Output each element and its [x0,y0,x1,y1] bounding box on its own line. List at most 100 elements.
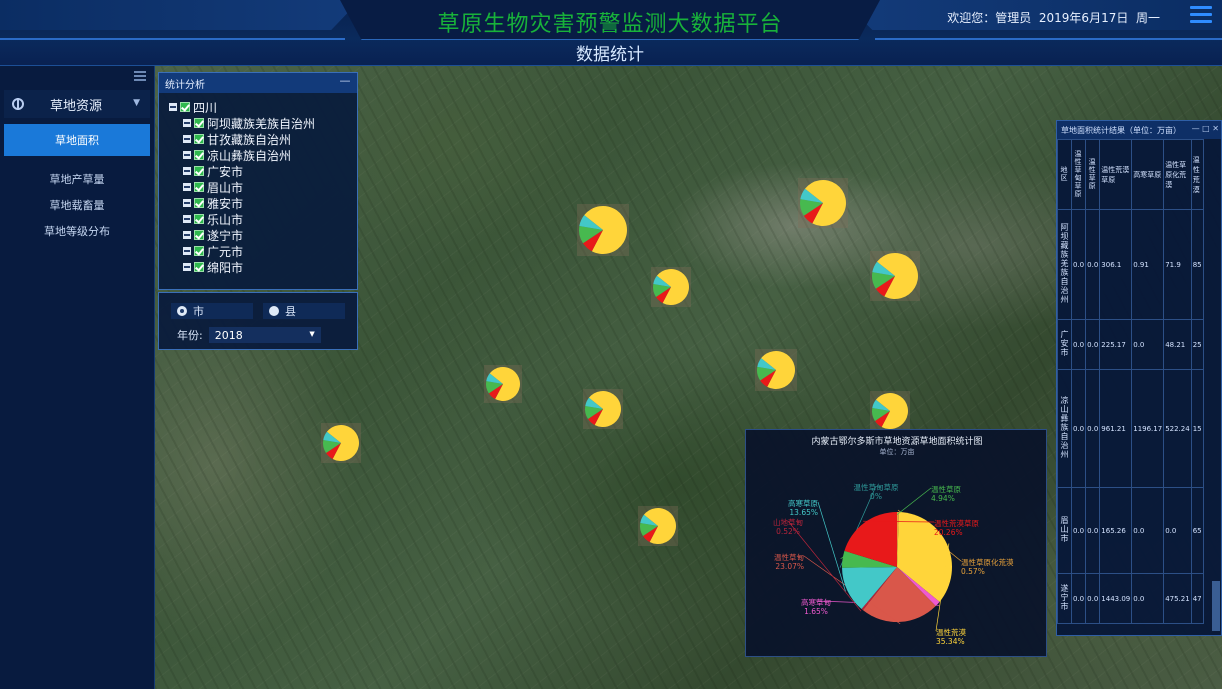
region-name: 阿坝藏族羌族自治州 [1060,223,1069,304]
header-left-band [0,0,360,30]
map-pie-marker[interactable] [484,365,522,403]
table-header-cell: 高寒草原 [1131,139,1165,210]
expand-icon[interactable] [183,263,191,271]
app-root: 草原生物灾害预警监测大数据平台 数据统计 欢迎您：管理员 2019年6月17日 … [0,0,1222,689]
table-header-cell: 温性草原化荒漠 [1163,139,1192,210]
map-pie-marker[interactable] [798,178,848,228]
table-panel-header: 草地面积统计结果（单位：万亩） — □ ✕ [1057,121,1221,139]
radio-county[interactable]: 县 [263,303,345,319]
map-pie-marker[interactable] [577,204,629,256]
tree-root-label: 四川 [193,100,218,115]
checkbox-checked-icon[interactable] [194,246,204,256]
table-cell: 25 [1190,319,1204,370]
table-cell: 475.21 [1163,573,1192,624]
tree-root[interactable]: 四川 [169,99,357,115]
sidebar-item-livestock[interactable]: 草地载畜量 [4,192,150,218]
tree-item[interactable]: 阿坝藏族羌族自治州 [183,115,357,131]
checkbox-checked-icon[interactable] [194,230,204,240]
region-cell: 阿坝藏族羌族自治州 [1057,209,1072,320]
level-radio-group: 市 县 [159,293,357,319]
tree-item[interactable]: 绵阳市 [183,259,357,275]
radio-unselected-icon [269,306,279,316]
region-cell: 遂宁市 [1057,573,1072,624]
pie-data-label: 温性草甸草原 [854,482,899,492]
collapse-icon[interactable] [169,103,177,111]
year-select[interactable]: 2018 ▼ [208,327,321,343]
expand-icon[interactable] [183,119,191,127]
tree-item[interactable]: 乐山市 [183,211,357,227]
table-cell: 71.9 [1163,209,1192,320]
map-pie-marker[interactable] [870,391,910,431]
tree-item[interactable]: 广元市 [183,243,357,259]
checkbox-checked-icon[interactable] [180,102,190,112]
page-subtitle: 数据统计 [576,45,644,65]
checkbox-checked-icon[interactable] [194,262,204,272]
table-row[interactable]: 阿坝藏族羌族自治州 0.0 0.0 306.1 0.91 71.9 85 [1057,209,1204,320]
expand-icon[interactable] [183,167,191,175]
checkbox-checked-icon[interactable] [194,166,204,176]
expand-icon[interactable] [183,135,191,143]
stats-panel-header: 统计分析 — [159,73,357,93]
table-cell: 0.0 [1085,487,1101,574]
minimize-icon[interactable]: — [339,75,351,87]
expand-icon[interactable] [183,183,191,191]
table-header-label: 温性草甸草原 [1074,149,1082,198]
table-cell: 0.0 [1085,319,1101,370]
expand-icon[interactable] [183,215,191,223]
sidebar-item-area[interactable]: 草地面积 [4,124,150,156]
table-scrollbar[interactable] [1212,581,1220,631]
table-row[interactable]: 凉山彝族自治州 0.0 0.0 961.21 1196.17 522.24 15 [1057,369,1204,488]
table-header-cell: 温性荒漠 [1190,139,1204,210]
map-pie-marker[interactable] [755,349,797,391]
tree-item-label: 甘孜藏族自治州 [207,132,292,147]
table-cell: 0.0 [1163,487,1192,574]
table-row[interactable]: 广安市 0.0 0.0 225.17 0.0 48.21 25 [1057,319,1204,370]
list-toggle-icon[interactable] [134,71,146,81]
tree-item[interactable]: 眉山市 [183,179,357,195]
expand-icon[interactable] [183,151,191,159]
checkbox-checked-icon[interactable] [194,214,204,224]
map-pie-marker[interactable] [651,267,691,307]
pie-leader-line [817,501,846,592]
tree-item[interactable]: 雅安市 [183,195,357,211]
tree-item[interactable]: 广安市 [183,163,357,179]
expand-icon[interactable] [183,247,191,255]
header-line-left [0,38,345,40]
tree-item[interactable]: 甘孜藏族自治州 [183,131,357,147]
checkbox-checked-icon[interactable] [194,198,204,208]
map-pie-marker[interactable] [638,506,678,546]
stats-panel: 统计分析 — 四川 阿坝藏族羌族自治州 甘孜藏族自治州 凉山彝族自治州 广安市 眉山市雅… [158,72,358,290]
sidebar-item-yield[interactable]: 草地产草量 [4,166,150,192]
sidebar-group-grassland[interactable]: 草地资源 ▼ [4,90,150,118]
region-tree: 四川 阿坝藏族羌族自治州 甘孜藏族自治州 凉山彝族自治州 广安市 眉山市 雅安市 乐山市 遂宁… [159,93,357,289]
hamburger-menu-icon[interactable] [1190,6,1212,24]
table-row[interactable]: 眉山市 0.0 0.0 165.26 0.0 0.0 65 [1057,487,1204,574]
map-pie-marker[interactable] [870,251,920,301]
stats-table: 地区 温性草甸草原 温性草原 温性荒漠草原 高寒草原 温性草原化荒漠 温性荒漠 阿坝藏族羌族… [1057,139,1204,624]
radio-city[interactable]: 市 [171,303,253,319]
stats-table-panel: 草地面积统计结果（单位：万亩） — □ ✕ 地区 温性草甸草原 温性草原 温性荒漠草原… [1056,120,1222,636]
pie-data-label: 23.07% [775,562,804,571]
filter-panel: 市 县 年份: 2018 ▼ [158,292,358,350]
checkbox-checked-icon[interactable] [194,134,204,144]
window-controls[interactable]: — □ ✕ [1192,124,1219,133]
expand-icon[interactable] [183,231,191,239]
table-cell: 15 [1190,369,1204,488]
table-row[interactable]: 遂宁市 0.0 0.0 1443.09 0.0 475.21 47 [1057,573,1204,624]
tree-item[interactable]: 遂宁市 [183,227,357,243]
map-pie-marker[interactable] [321,423,361,463]
tree-item[interactable]: 凉山彝族自治州 [183,147,357,163]
table-cell: 47 [1190,573,1204,624]
table-cell: 165.26 [1099,487,1133,574]
checkbox-checked-icon[interactable] [194,182,204,192]
table-cell: 1443.09 [1099,573,1133,624]
sidebar-item-grade[interactable]: 草地等级分布 [4,218,150,244]
expand-icon[interactable] [183,199,191,207]
checkbox-checked-icon[interactable] [194,118,204,128]
map-pie-marker[interactable] [583,389,623,429]
left-sidebar: 草地资源 ▼ 草地面积 草地产草量 草地载畜量 草地等级分布 [0,66,155,689]
checkbox-checked-icon[interactable] [194,150,204,160]
current-date: 2019年6月17日 [1038,11,1129,25]
current-weekday: 周一 [1135,11,1160,25]
globe-icon [12,98,24,110]
